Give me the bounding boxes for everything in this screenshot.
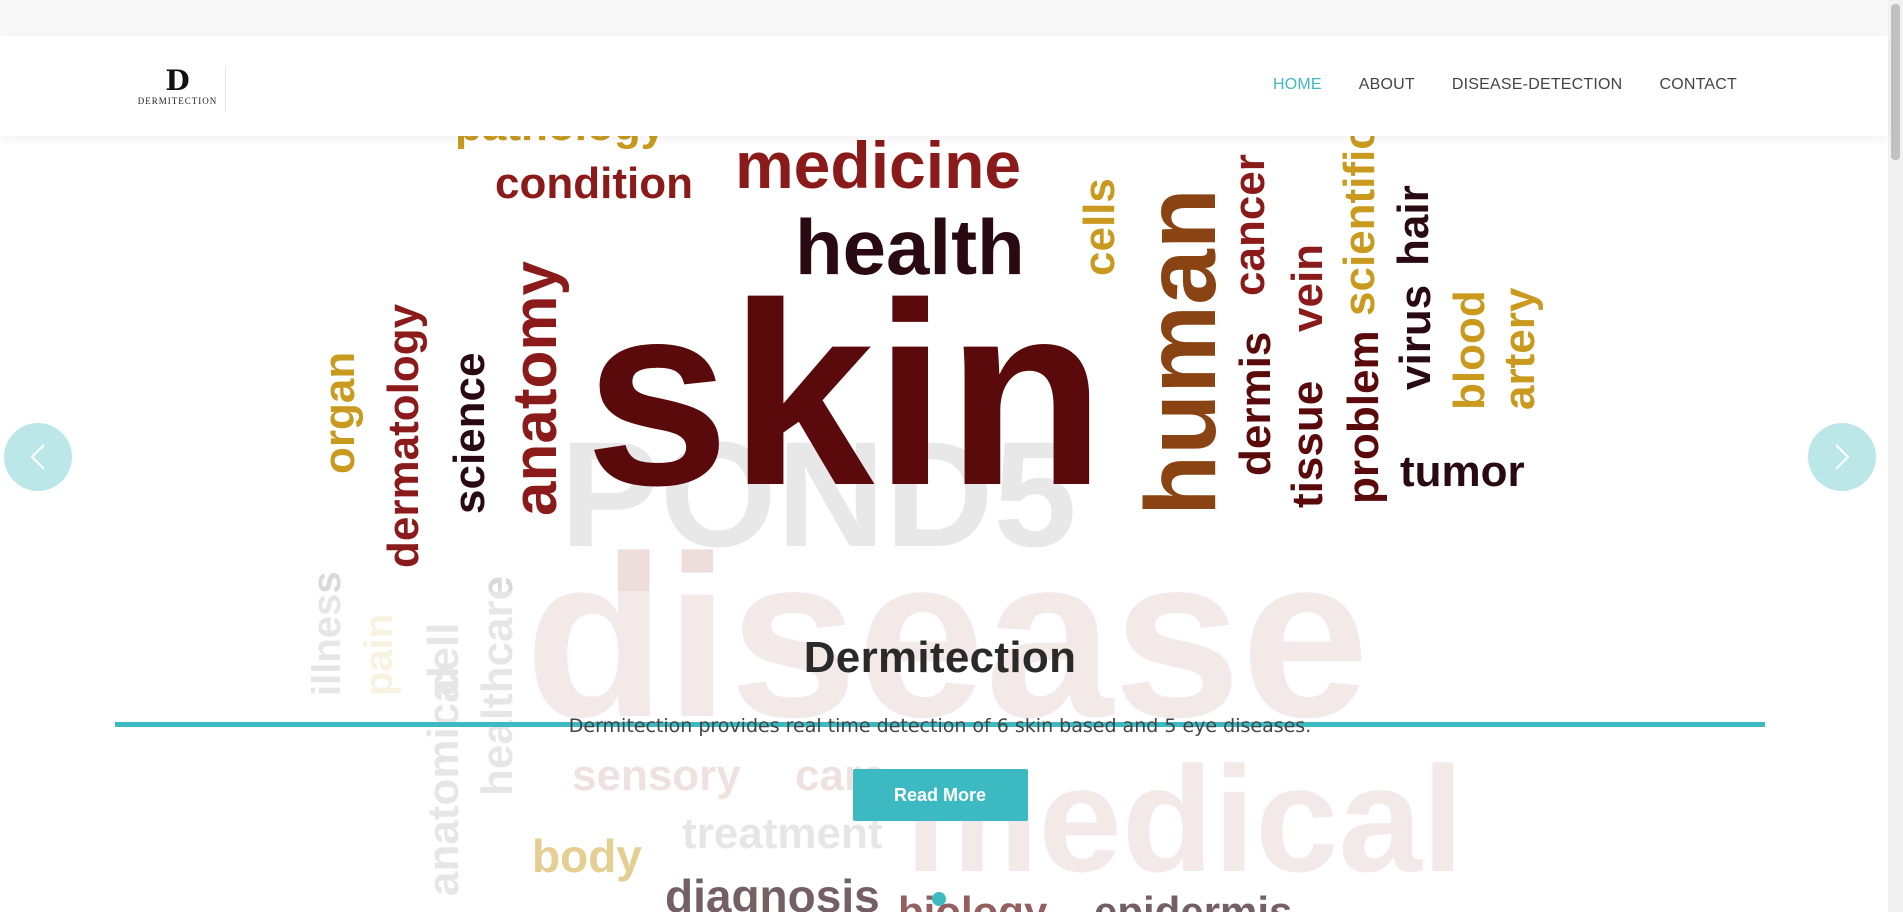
word-blood: blood bbox=[1445, 290, 1494, 410]
word-pathology: pathology bbox=[455, 136, 666, 150]
nav-home[interactable]: HOME bbox=[1273, 76, 1322, 94]
hero-description: Dermitection provides real time detectio… bbox=[568, 715, 1312, 737]
word-dermatology: dermatology bbox=[379, 303, 428, 568]
word-human: human bbox=[1125, 188, 1237, 516]
word-medicine: medicine bbox=[735, 136, 1021, 202]
word-organ: organ bbox=[315, 352, 364, 474]
site-logo[interactable]: D DERMITECTION bbox=[130, 66, 226, 112]
top-bar bbox=[0, 0, 1903, 36]
page-scrollbar[interactable] bbox=[1888, 0, 1903, 912]
word-vein: vein bbox=[1283, 244, 1332, 332]
logo-mark: D bbox=[165, 64, 190, 97]
nav-contact[interactable]: CONTACT bbox=[1659, 76, 1737, 94]
word-skin: skin bbox=[585, 250, 1105, 540]
word-virus: virus bbox=[1391, 285, 1440, 390]
word-hair: hair bbox=[1389, 185, 1438, 266]
read-more-button[interactable]: Read More bbox=[852, 769, 1028, 821]
word-tissue: tissue bbox=[1283, 381, 1332, 508]
nav-disease-detection[interactable]: DISEASE-DETECTION bbox=[1452, 76, 1623, 94]
word-cells: cells bbox=[1075, 178, 1124, 276]
site-header: D DERMITECTION HOME ABOUT DISEASE-DETECT… bbox=[0, 36, 1888, 136]
word-cancer: cancer bbox=[1225, 154, 1274, 296]
slider-dot-active[interactable] bbox=[932, 892, 946, 906]
logo-text: DERMITECTION bbox=[137, 96, 218, 106]
word-tumor: tumor bbox=[1400, 447, 1525, 496]
hero-title: Dermitection bbox=[803, 633, 1077, 682]
slider-prev-button[interactable] bbox=[4, 423, 72, 491]
main-nav: HOME ABOUT DISEASE-DETECTION CONTACT bbox=[1273, 76, 1737, 94]
word-condition: condition bbox=[495, 159, 693, 208]
hero-caption: Dermitection Dermitection provides real … bbox=[115, 591, 1765, 821]
scrollbar-thumb[interactable] bbox=[1891, 4, 1900, 160]
word-artery: artery bbox=[1495, 287, 1544, 410]
word-problem: problem bbox=[1339, 330, 1388, 504]
chevron-left-icon bbox=[30, 444, 45, 470]
word-science: science bbox=[445, 353, 494, 514]
word-anatomy: anatomy bbox=[501, 261, 570, 516]
word-dermis: dermis bbox=[1231, 332, 1280, 476]
slider-next-button[interactable] bbox=[1808, 423, 1876, 491]
nav-about[interactable]: ABOUT bbox=[1359, 76, 1415, 94]
word-scientific: scientific bbox=[1335, 136, 1384, 316]
chevron-right-icon bbox=[1835, 444, 1850, 470]
